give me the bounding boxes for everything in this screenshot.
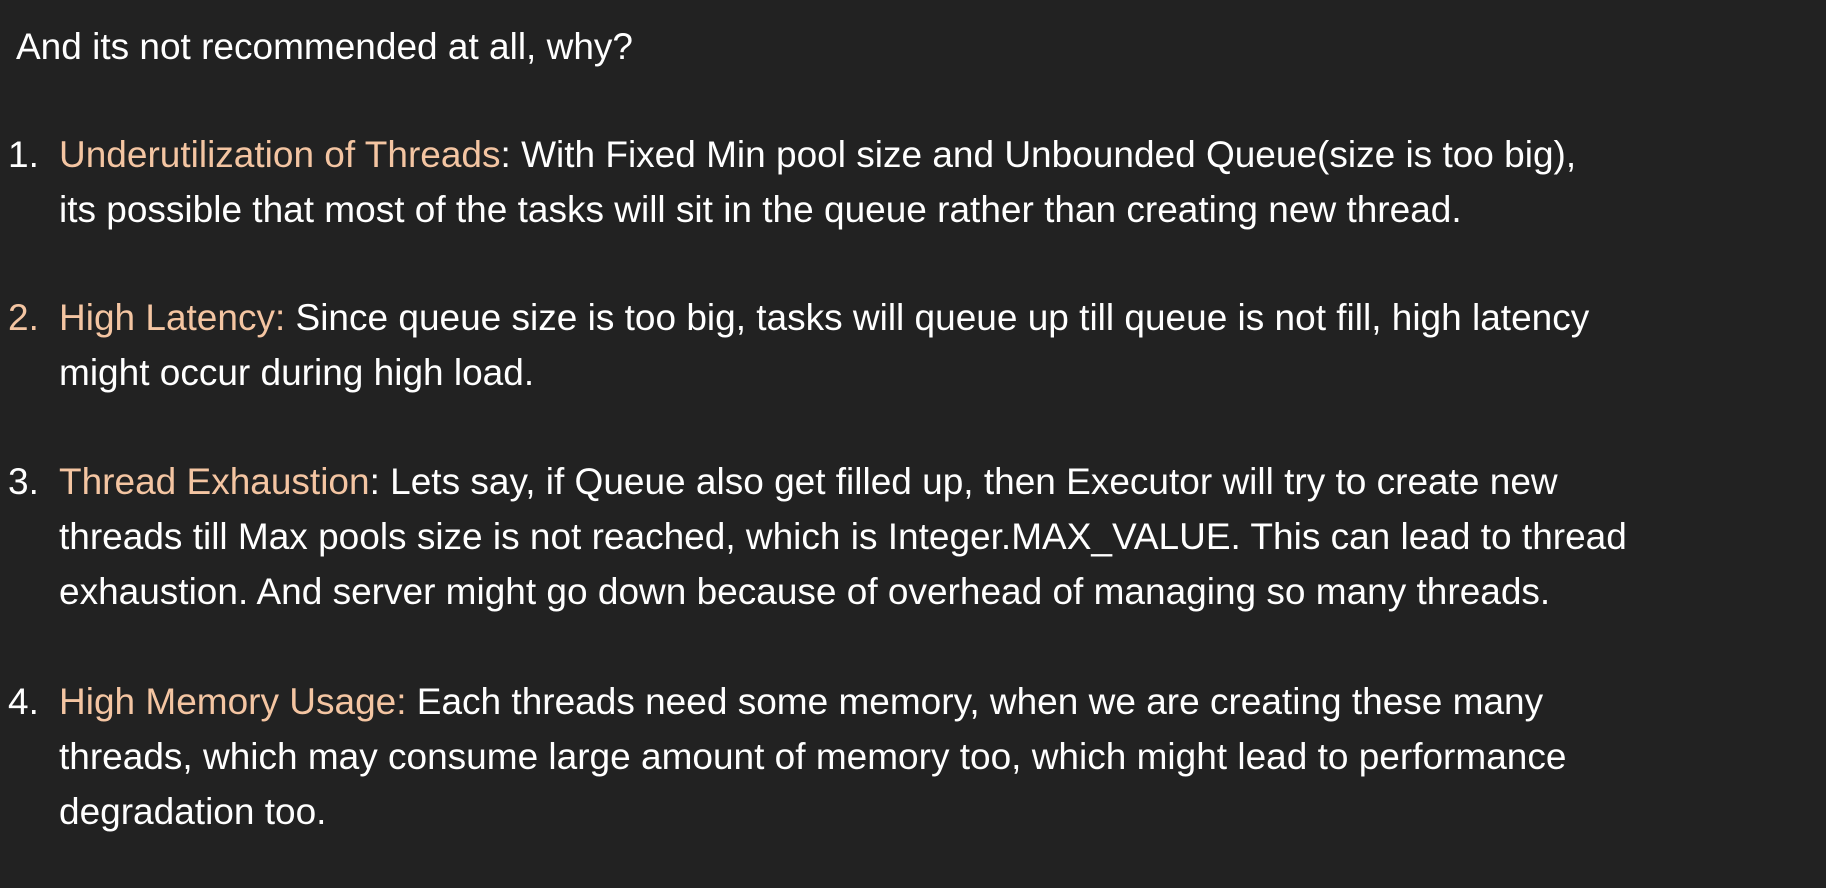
- list-item: 2. High Latency: Since queue size is too…: [8, 290, 1808, 400]
- list-number: 3.: [8, 461, 39, 502]
- intro-text: And its not recommended at all, why?: [16, 26, 633, 67]
- list-item: 1. Underutilization of Threads: With Fix…: [8, 127, 1808, 237]
- list-number: 1.: [8, 134, 39, 175]
- list-item-line: threads, which may consume large amount …: [59, 736, 1567, 777]
- list-item-text: : With Fixed Min pool size and Unbounded…: [500, 134, 1577, 175]
- list-item-line: exhaustion. And server might go down bec…: [59, 571, 1551, 612]
- list-item-line: High Latency: Since queue size is too bi…: [59, 290, 1808, 345]
- list-item-line: High Memory Usage: Each threads need som…: [59, 674, 1808, 729]
- list-item: 4. High Memory Usage: Each threads need …: [8, 674, 1808, 839]
- list-item-content: Underutilization of Threads: With Fixed …: [59, 127, 1808, 237]
- list-item-line: Underutilization of Threads: With Fixed …: [59, 127, 1808, 182]
- list-item-line: threads till Max pools size is not reach…: [59, 516, 1627, 557]
- list-item-term: High Latency:: [59, 297, 286, 338]
- list-item-line: degradation too.: [59, 791, 327, 832]
- list-item-text: Since queue size is too big, tasks will …: [285, 297, 1590, 338]
- list-item-content: Thread Exhaustion: Lets say, if Queue al…: [59, 454, 1808, 619]
- list-item-content: High Memory Usage: Each threads need som…: [59, 674, 1808, 839]
- list-item-text: : Lets say, if Queue also get filled up,…: [369, 461, 1558, 502]
- list-number: 4.: [8, 681, 39, 722]
- list-item-content: High Latency: Since queue size is too bi…: [59, 290, 1808, 400]
- list-item-term: High Memory Usage:: [59, 681, 407, 722]
- list-item-text: Each threads need some memory, when we a…: [406, 681, 1544, 722]
- list-item-term: Underutilization of Threads: [59, 134, 501, 175]
- slide: And its not recommended at all, why? 1. …: [0, 0, 1826, 888]
- list-item: 3. Thread Exhaustion: Lets say, if Queue…: [8, 454, 1808, 619]
- list-item-line: might occur during high load.: [59, 352, 535, 393]
- list-item-term: Thread Exhaustion: [59, 461, 370, 502]
- list-number: 2.: [8, 297, 39, 338]
- list-item-line: its possible that most of the tasks will…: [59, 189, 1462, 230]
- list-item-line: Thread Exhaustion: Lets say, if Queue al…: [59, 454, 1808, 509]
